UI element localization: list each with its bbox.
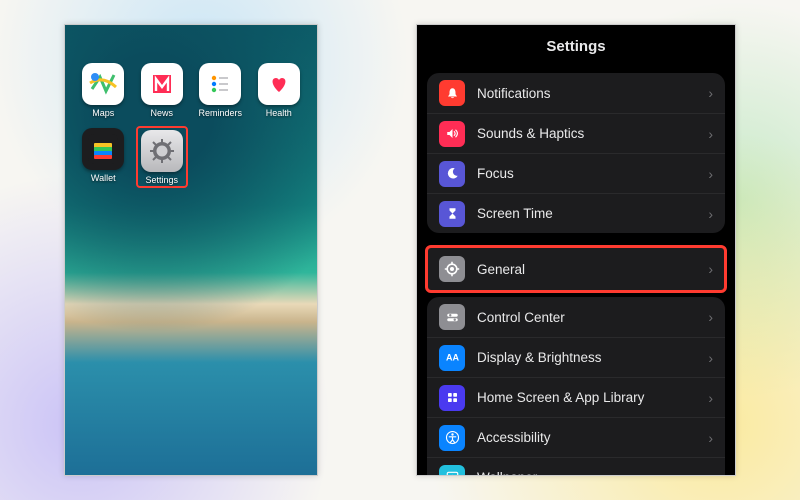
row-label: General [477,262,696,277]
row-screen-time[interactable]: Screen Time › [427,193,725,233]
speaker-icon [439,121,465,147]
row-label: Home Screen & App Library [477,390,696,405]
switches-icon [439,304,465,330]
news-icon [141,63,183,105]
app-health[interactable]: Health [255,63,304,118]
chevron-right-icon: › [708,430,713,446]
row-wallpaper[interactable]: Wallpaper › [427,457,725,476]
grid-icon [439,385,465,411]
row-display[interactable]: AA Display & Brightness › [427,337,725,377]
row-sounds[interactable]: Sounds & Haptics › [427,113,725,153]
settings-group-2: Control Center › AA Display & Brightness… [427,297,725,476]
hourglass-icon [439,201,465,227]
app-label: Wallet [91,173,116,183]
gear-icon [439,256,465,282]
row-home-screen[interactable]: Home Screen & App Library › [427,377,725,417]
app-wallet[interactable]: Wallet [79,128,128,186]
chevron-right-icon: › [708,85,713,101]
wallpaper-icon [439,465,465,477]
app-reminders[interactable]: Reminders [196,63,245,118]
phone-settings-screen: Settings Notifications › Sounds & Haptic… [416,24,736,476]
row-control-center[interactable]: Control Center › [427,297,725,337]
row-label: Notifications [477,86,696,101]
bell-icon [439,80,465,106]
reminders-icon [199,63,241,105]
row-label: Focus [477,166,696,181]
chevron-right-icon: › [708,126,713,142]
row-label: Accessibility [477,430,696,445]
chevron-right-icon: › [708,390,713,406]
chevron-right-icon: › [708,166,713,182]
row-label: Wallpaper [477,470,696,476]
app-news[interactable]: News [138,63,187,118]
app-maps[interactable]: Maps [79,63,128,118]
row-label: Control Center [477,310,696,325]
app-label: Reminders [198,108,242,118]
row-notifications[interactable]: Notifications › [427,73,725,113]
row-general-highlighted[interactable]: General › [427,247,725,291]
chevron-right-icon: › [708,261,713,277]
page-title: Settings [417,25,735,67]
accessibility-icon [439,425,465,451]
sun-icon: AA [439,345,465,371]
row-label: Sounds & Haptics [477,126,696,141]
row-focus[interactable]: Focus › [427,153,725,193]
app-label: Settings [145,175,178,185]
app-grid: Maps News Reminders Health [65,25,317,186]
row-accessibility[interactable]: Accessibility › [427,417,725,457]
app-label: News [150,108,173,118]
app-label: Maps [92,108,114,118]
maps-icon [82,63,124,105]
wallet-icon [82,128,124,170]
settings-icon [141,130,183,172]
svg-text:AA: AA [446,353,459,363]
phone-home-screen: Maps News Reminders Health [64,24,318,476]
chevron-right-icon: › [708,206,713,222]
app-label: Health [266,108,292,118]
app-settings-highlighted[interactable]: Settings [136,126,189,188]
health-icon [258,63,300,105]
chevron-right-icon: › [708,350,713,366]
row-label: Display & Brightness [477,350,696,365]
settings-group-1: Notifications › Sounds & Haptics › Focus… [427,73,725,233]
chevron-right-icon: › [708,470,713,477]
row-label: Screen Time [477,206,696,221]
chevron-right-icon: › [708,309,713,325]
moon-icon [439,161,465,187]
